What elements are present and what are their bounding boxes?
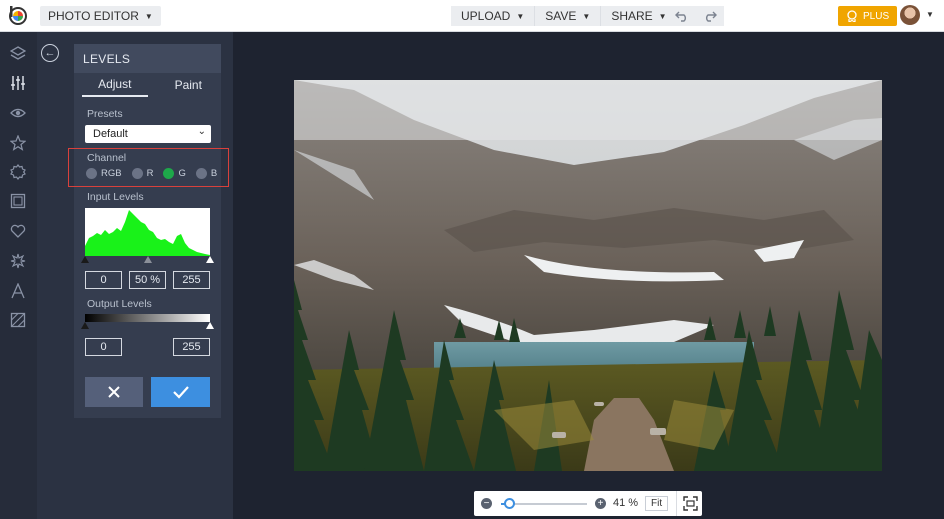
- texture-icon[interactable]: [9, 311, 27, 329]
- frame-icon[interactable]: [9, 192, 27, 210]
- text-icon[interactable]: [9, 282, 27, 300]
- cancel-button[interactable]: [85, 377, 143, 407]
- redo-button[interactable]: [696, 6, 724, 26]
- panel-tabs: Adjust Paint: [74, 73, 221, 97]
- zoom-out-button[interactable]: −: [481, 498, 492, 509]
- plus-badge-icon: [847, 10, 857, 22]
- channel-radio-g[interactable]: [163, 168, 175, 179]
- chevron-down-icon: ▼: [144, 11, 153, 21]
- panel-title: LEVELS: [74, 44, 221, 73]
- input-white-field[interactable]: 255: [173, 271, 210, 289]
- photo-editor-menu-label: PHOTO EDITOR: [48, 9, 139, 23]
- presets-dropdown[interactable]: Default ⌄: [85, 125, 211, 143]
- save-button[interactable]: SAVE ▼: [535, 6, 602, 26]
- tool-rail: [0, 32, 37, 519]
- plus-label: PLUS: [863, 10, 890, 22]
- output-white-field[interactable]: 255: [173, 338, 210, 356]
- star-icon[interactable]: [9, 134, 27, 152]
- channel-label-b: B: [210, 168, 218, 179]
- heart-icon[interactable]: [9, 222, 27, 240]
- fullscreen-button[interactable]: [683, 496, 698, 511]
- zoom-slider-handle[interactable]: [504, 498, 515, 509]
- zoom-divider: [676, 491, 677, 516]
- tab-paint[interactable]: Paint: [156, 73, 222, 97]
- chevron-down-icon[interactable]: ▼: [926, 10, 934, 19]
- sliders-icon[interactable]: [9, 74, 27, 92]
- tab-adjust[interactable]: Adjust: [82, 73, 148, 97]
- fit-button[interactable]: Fit: [645, 496, 669, 511]
- histogram-curve: [85, 210, 210, 256]
- eye-icon[interactable]: [9, 104, 27, 122]
- input-black-handle[interactable]: [81, 256, 89, 263]
- upload-button-label: UPLOAD: [461, 9, 511, 23]
- presets-label: Presets: [87, 108, 123, 120]
- input-black-field[interactable]: 0: [85, 271, 122, 289]
- upload-button[interactable]: UPLOAD ▼: [451, 6, 536, 26]
- output-black-handle[interactable]: [81, 322, 89, 329]
- channel-radio-r[interactable]: [131, 168, 143, 179]
- checkmark-icon: [172, 386, 189, 399]
- fullscreen-icon: [683, 496, 698, 511]
- apply-button[interactable]: [151, 377, 210, 407]
- presets-value: Default: [93, 128, 128, 140]
- zoom-percent: 41 %: [613, 497, 639, 509]
- redo-icon: [706, 11, 717, 22]
- channel-radio-group: RGB R G B: [86, 168, 223, 179]
- sparkle-icon[interactable]: [9, 252, 27, 270]
- back-button[interactable]: ←: [41, 44, 59, 62]
- output-white-handle[interactable]: [206, 322, 214, 329]
- file-actions: UPLOAD ▼ SAVE ▼ SHARE ▼: [451, 6, 677, 26]
- undo-button[interactable]: [668, 6, 696, 26]
- layers-icon[interactable]: [9, 44, 27, 62]
- input-midtone-handle[interactable]: [144, 256, 152, 263]
- channel-label-g: G: [178, 168, 186, 179]
- share-button-label: SHARE: [611, 9, 653, 23]
- chevron-down-icon: ▼: [516, 11, 525, 21]
- plus-upgrade-button[interactable]: PLUS: [838, 6, 898, 26]
- input-levels-label: Input Levels: [87, 191, 144, 203]
- channel-radio-b[interactable]: [195, 168, 207, 179]
- input-midtone-field[interactable]: 50 %: [129, 271, 166, 289]
- output-levels-label: Output Levels: [87, 298, 152, 310]
- arrow-left-icon: ←: [44, 47, 56, 59]
- output-black-field[interactable]: 0: [85, 338, 122, 356]
- channel-label-rgb: RGB: [101, 168, 122, 179]
- histogram: [85, 208, 210, 256]
- avatar[interactable]: [900, 5, 920, 25]
- photo-editor-menu[interactable]: PHOTO EDITOR ▼: [40, 6, 161, 26]
- channel-label: Channel: [87, 152, 127, 164]
- top-bar: PHOTO EDITOR ▼ UPLOAD ▼ SAVE ▼ SHARE ▼ P…: [0, 0, 944, 32]
- channel-label-r: R: [146, 168, 154, 179]
- chevron-down-icon: ⌄: [197, 126, 206, 137]
- channel-radio-rgb[interactable]: [86, 168, 97, 179]
- gear-badge-icon[interactable]: [9, 163, 27, 181]
- save-button-label: SAVE: [545, 9, 577, 23]
- canvas-photo[interactable]: [294, 80, 882, 471]
- output-gradient: [85, 314, 210, 322]
- undo-icon: [675, 11, 686, 22]
- zoom-in-button[interactable]: +: [595, 498, 606, 509]
- history-controls: [668, 6, 724, 26]
- close-icon: [108, 386, 120, 398]
- chevron-down-icon: ▼: [582, 11, 591, 21]
- chevron-down-icon: ▼: [658, 11, 667, 21]
- app-logo-icon[interactable]: [8, 6, 28, 26]
- input-white-handle[interactable]: [206, 256, 214, 263]
- share-button[interactable]: SHARE ▼: [601, 6, 677, 26]
